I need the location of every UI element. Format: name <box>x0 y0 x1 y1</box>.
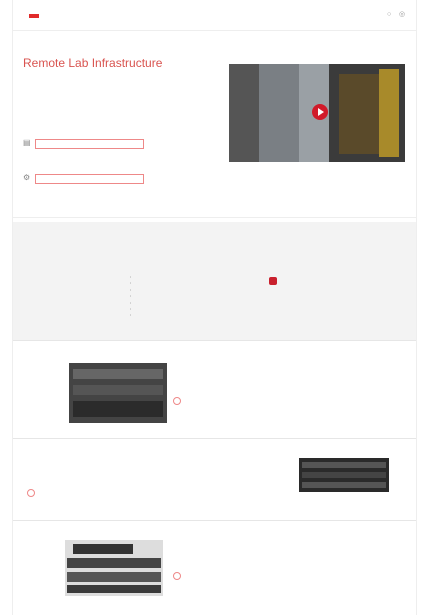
search-icon[interactable]: ○ <box>387 11 394 18</box>
section-divider <box>13 520 416 521</box>
hero-video-thumbnail[interactable] <box>229 64 405 162</box>
lead-link[interactable] <box>35 174 144 184</box>
top-navigation-bar: ○ ◎ <box>13 0 416 31</box>
product-learn-more-link[interactable] <box>27 489 38 497</box>
tab-divider <box>13 217 416 218</box>
arrow-circle-icon <box>27 489 35 497</box>
product-image <box>299 458 389 492</box>
product-image <box>65 540 163 596</box>
logo-mark <box>29 13 39 18</box>
band-feature-list <box>130 274 131 319</box>
cta-icon <box>269 277 277 285</box>
section-tabs <box>23 207 149 210</box>
document-icon: ▤ <box>23 138 31 147</box>
site-logo[interactable] <box>29 13 41 18</box>
section-divider <box>13 340 416 341</box>
globe-icon[interactable]: ◎ <box>399 11 406 18</box>
arrow-circle-icon <box>173 572 181 580</box>
list-item <box>130 280 131 286</box>
products-solutions-band <box>13 222 416 340</box>
list-item <box>130 312 131 318</box>
product-learn-more-link[interactable] <box>173 572 184 580</box>
arrow-circle-icon <box>173 397 181 405</box>
product-image <box>69 363 167 423</box>
list-item <box>130 293 131 299</box>
section-divider <box>13 438 416 439</box>
gear-icon: ⚙ <box>23 173 31 182</box>
play-icon[interactable] <box>312 104 328 120</box>
product-learn-more-link[interactable] <box>173 397 184 405</box>
lead-link[interactable] <box>35 139 144 149</box>
page-frame: ○ ◎ Remote Lab Infrastructure ▤ ⚙ <box>12 0 417 615</box>
band-cta[interactable] <box>269 277 280 285</box>
page-title: Remote Lab Infrastructure <box>23 56 163 70</box>
